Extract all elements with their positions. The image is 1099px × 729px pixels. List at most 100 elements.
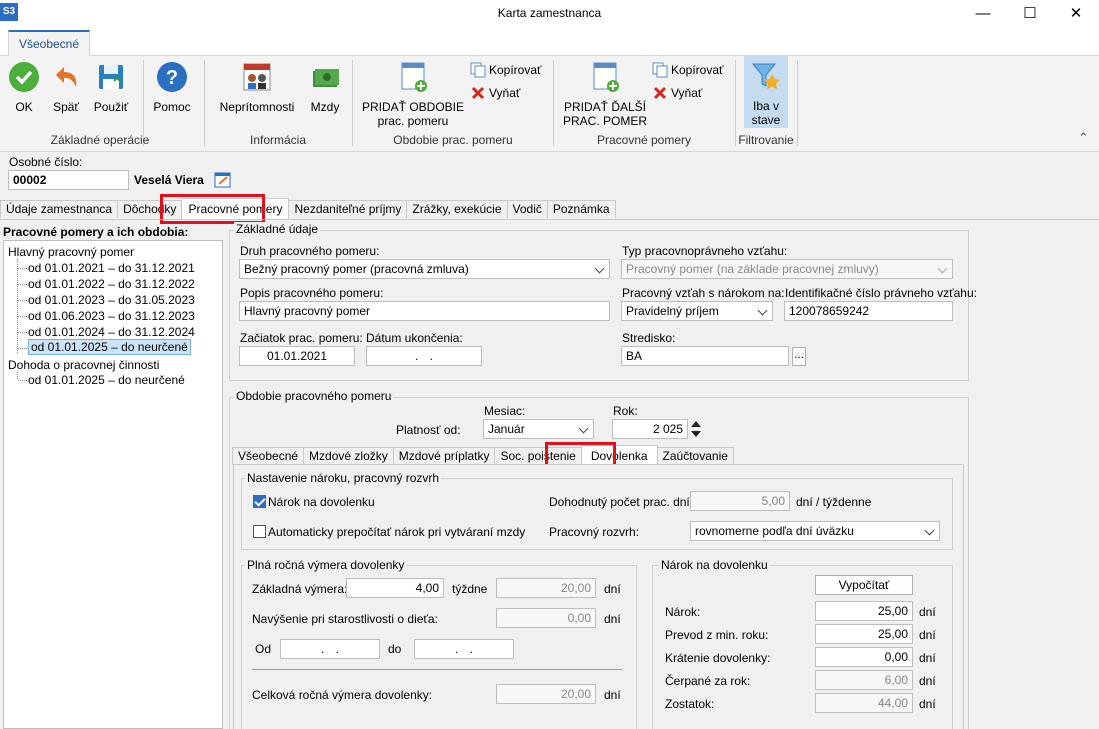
- carryover-input[interactable]: 25,00: [815, 624, 913, 644]
- end-date-input[interactable]: . .: [366, 346, 482, 366]
- tab-nezdanitelne-prijmy[interactable]: Nezdaniteľné príjmy: [288, 200, 408, 218]
- to-label: do: [388, 642, 402, 656]
- tab-udaje-zamestnanca[interactable]: Údaje zamestnanca: [0, 200, 119, 218]
- tree-item-period[interactable]: od 01.01.2024 – do 31.12.2024: [18, 325, 195, 339]
- auto-recalc-checkbox[interactable]: [253, 525, 266, 538]
- year-input[interactable]: 2 025: [612, 419, 688, 439]
- tree-title: Pracovné pomery a ich obdobia:: [3, 225, 189, 239]
- reduction-input[interactable]: 0,00: [815, 647, 913, 667]
- tree-item-label: od 01.01.2025 – do neurčené: [28, 373, 185, 387]
- subtab-mzdove-zlozky[interactable]: Mzdové zložky: [303, 447, 394, 465]
- copy-employment-button[interactable]: Kopírovať: [652, 62, 724, 78]
- entitlement-settings-title: Nastavenie nároku, pracovný rozvrh: [245, 471, 442, 485]
- cost-center-label: Stredisko:: [622, 331, 676, 345]
- base-allowance-days[interactable]: 20,00: [496, 578, 596, 598]
- apply-button[interactable]: Použiť: [92, 61, 130, 114]
- copy-icon: [470, 62, 486, 78]
- minimize-button[interactable]: —: [960, 0, 1006, 27]
- description-label: Popis pracovného pomeru:: [240, 286, 384, 300]
- ribbon-tab-vseobecne[interactable]: Všeobecné: [8, 30, 90, 57]
- back-button[interactable]: Späť: [48, 61, 84, 114]
- from-date-input[interactable]: . .: [280, 639, 380, 659]
- employment-type-select[interactable]: Bežný pracovný pomer (pracovná zmluva): [239, 259, 610, 279]
- close-button[interactable]: ✕: [1053, 0, 1099, 27]
- filter-in-state-button[interactable]: Iba v stave: [744, 56, 788, 128]
- year-spinner-icon[interactable]: [690, 419, 702, 439]
- save-disk-icon: [99, 65, 123, 89]
- work-schedule-select[interactable]: rovnomerne podľa dní úväzku: [690, 521, 940, 541]
- tree-item-label: od 01.01.2024 – do 31.12.2024: [28, 325, 195, 339]
- cut-period-label: Vyňať: [489, 86, 521, 100]
- tab-zrazky-exekucie[interactable]: Zrážky, exekúcie: [406, 200, 508, 218]
- calculate-button[interactable]: Vypočítať: [815, 575, 913, 595]
- total-allowance-input[interactable]: 20,00: [496, 684, 596, 704]
- tab-bar-underline: [0, 219, 1099, 220]
- relation-entitlement-select[interactable]: Pravidelný príjem: [621, 301, 773, 321]
- tree-item-period[interactable]: od 01.01.2025 – do neurčené: [18, 373, 185, 387]
- relation-entitlement-label: Pracovný vzťah s nárokom na:: [622, 286, 785, 300]
- remaining-input[interactable]: 44,00: [815, 693, 913, 713]
- undo-arrow-icon: [56, 67, 77, 87]
- subtab-vseobecne[interactable]: Všeobecné: [232, 447, 305, 465]
- maximize-button[interactable]: ☐: [1007, 0, 1053, 27]
- child-care-label: Navýšenie pri starostlivosti o dieťa:: [252, 612, 438, 626]
- add-period-label-1: PRIDAŤ OBDOBIE: [361, 100, 465, 114]
- to-date-input[interactable]: . .: [414, 639, 514, 659]
- cost-center-input[interactable]: BA: [621, 346, 789, 366]
- agreed-days-input[interactable]: 5,00: [690, 491, 790, 511]
- identification-input[interactable]: 120078659242: [784, 301, 953, 321]
- tab-vodic[interactable]: Vodič: [506, 200, 548, 218]
- tree-item-label: od 01.01.2021 – do 31.12.2021: [28, 261, 195, 275]
- tree-item-period-selected[interactable]: od 01.01.2025 – do neurčené: [18, 339, 191, 355]
- tab-poznamka[interactable]: Poznámka: [546, 200, 616, 218]
- copy-period-button[interactable]: Kopírovať: [470, 62, 542, 78]
- edit-card-icon[interactable]: [214, 171, 232, 189]
- divider: [252, 669, 622, 670]
- subtab-mzdove-priplatky[interactable]: Mzdové príplatky: [392, 447, 496, 465]
- absences-button[interactable]: Neprítomnosti: [215, 61, 299, 114]
- entitlement-input[interactable]: 25,00: [815, 601, 913, 621]
- cost-center-browse-button[interactable]: ...: [792, 347, 806, 366]
- back-label: Späť: [53, 100, 79, 114]
- tree-item-period[interactable]: od 01.01.2021 – do 31.12.2021: [18, 261, 195, 275]
- base-allowance-label: Základná výmera:: [252, 582, 348, 596]
- filter-star-icon: [751, 63, 780, 90]
- tree-item-period[interactable]: od 01.01.2023 – do 31.05.2023: [18, 293, 195, 307]
- used-input[interactable]: 6,00: [815, 670, 913, 690]
- add-period-button[interactable]: PRIDAŤ OBDOBIE prac. pomeru: [360, 61, 466, 128]
- red-x-icon: [653, 86, 667, 100]
- wages-button[interactable]: Mzdy: [305, 61, 345, 114]
- tree-item-period[interactable]: od 01.06.2023 – do 31.12.2023: [18, 309, 195, 323]
- cut-employment-button[interactable]: Vyňať: [652, 85, 702, 101]
- identification-label: Identifikačné číslo právneho vzťahu:: [785, 286, 977, 300]
- tree-item-label: od 01.01.2022 – do 31.12.2022: [28, 277, 195, 291]
- tree-item-label: od 01.01.2023 – do 31.05.2023: [28, 293, 195, 307]
- money-stack-icon: [313, 69, 339, 87]
- ok-button[interactable]: OK: [8, 61, 40, 114]
- employee-name: Veselá Viera: [134, 173, 204, 187]
- relation-type-select[interactable]: Pracovný pomer (na základe pracovnej zml…: [621, 259, 953, 279]
- group-label-pracovne: Pracovné pomery: [596, 133, 692, 147]
- cut-period-button[interactable]: Vyňať: [470, 85, 520, 101]
- carryover-label: Prevod z min. roku:: [665, 628, 769, 642]
- start-date-input[interactable]: 01.01.2021: [239, 346, 355, 366]
- description-input[interactable]: Hlavný pracovný pomer: [239, 301, 610, 321]
- base-allowance-input[interactable]: 4,00: [346, 578, 444, 598]
- help-button[interactable]: ? Pomoc: [150, 61, 194, 114]
- month-label: Mesiac:: [484, 404, 526, 418]
- employment-tree: Hlavný pracovný pomer od 01.01.2021 – do…: [3, 240, 223, 729]
- vacation-entitlement-checkbox[interactable]: [253, 495, 266, 508]
- subtab-zauctovanie[interactable]: Zaúčtovanie: [656, 447, 734, 465]
- days-unit: dní: [919, 605, 936, 619]
- add-employment-button[interactable]: PRIDAŤ ĎALŠÍ PRAC. POMER: [562, 61, 648, 128]
- child-care-input[interactable]: 0,00: [496, 608, 596, 628]
- personal-number-field[interactable]: 00002: [8, 170, 129, 190]
- tree-item-period[interactable]: od 01.01.2022 – do 31.12.2022: [18, 277, 195, 291]
- tree-item-dohoda[interactable]: Dohoda o pracovnej činnosti: [8, 358, 159, 372]
- relation-type-label: Typ pracovnoprávneho vzťahu:: [622, 244, 788, 258]
- tree-item-hlavny[interactable]: Hlavný pracovný pomer: [8, 245, 134, 259]
- collapse-ribbon-icon[interactable]: ⌃: [1078, 130, 1089, 146]
- month-select[interactable]: Január: [483, 419, 594, 439]
- vacation-balance-title: Nárok na dovolenku: [659, 558, 770, 572]
- used-label: Čerpané za rok:: [665, 674, 751, 688]
